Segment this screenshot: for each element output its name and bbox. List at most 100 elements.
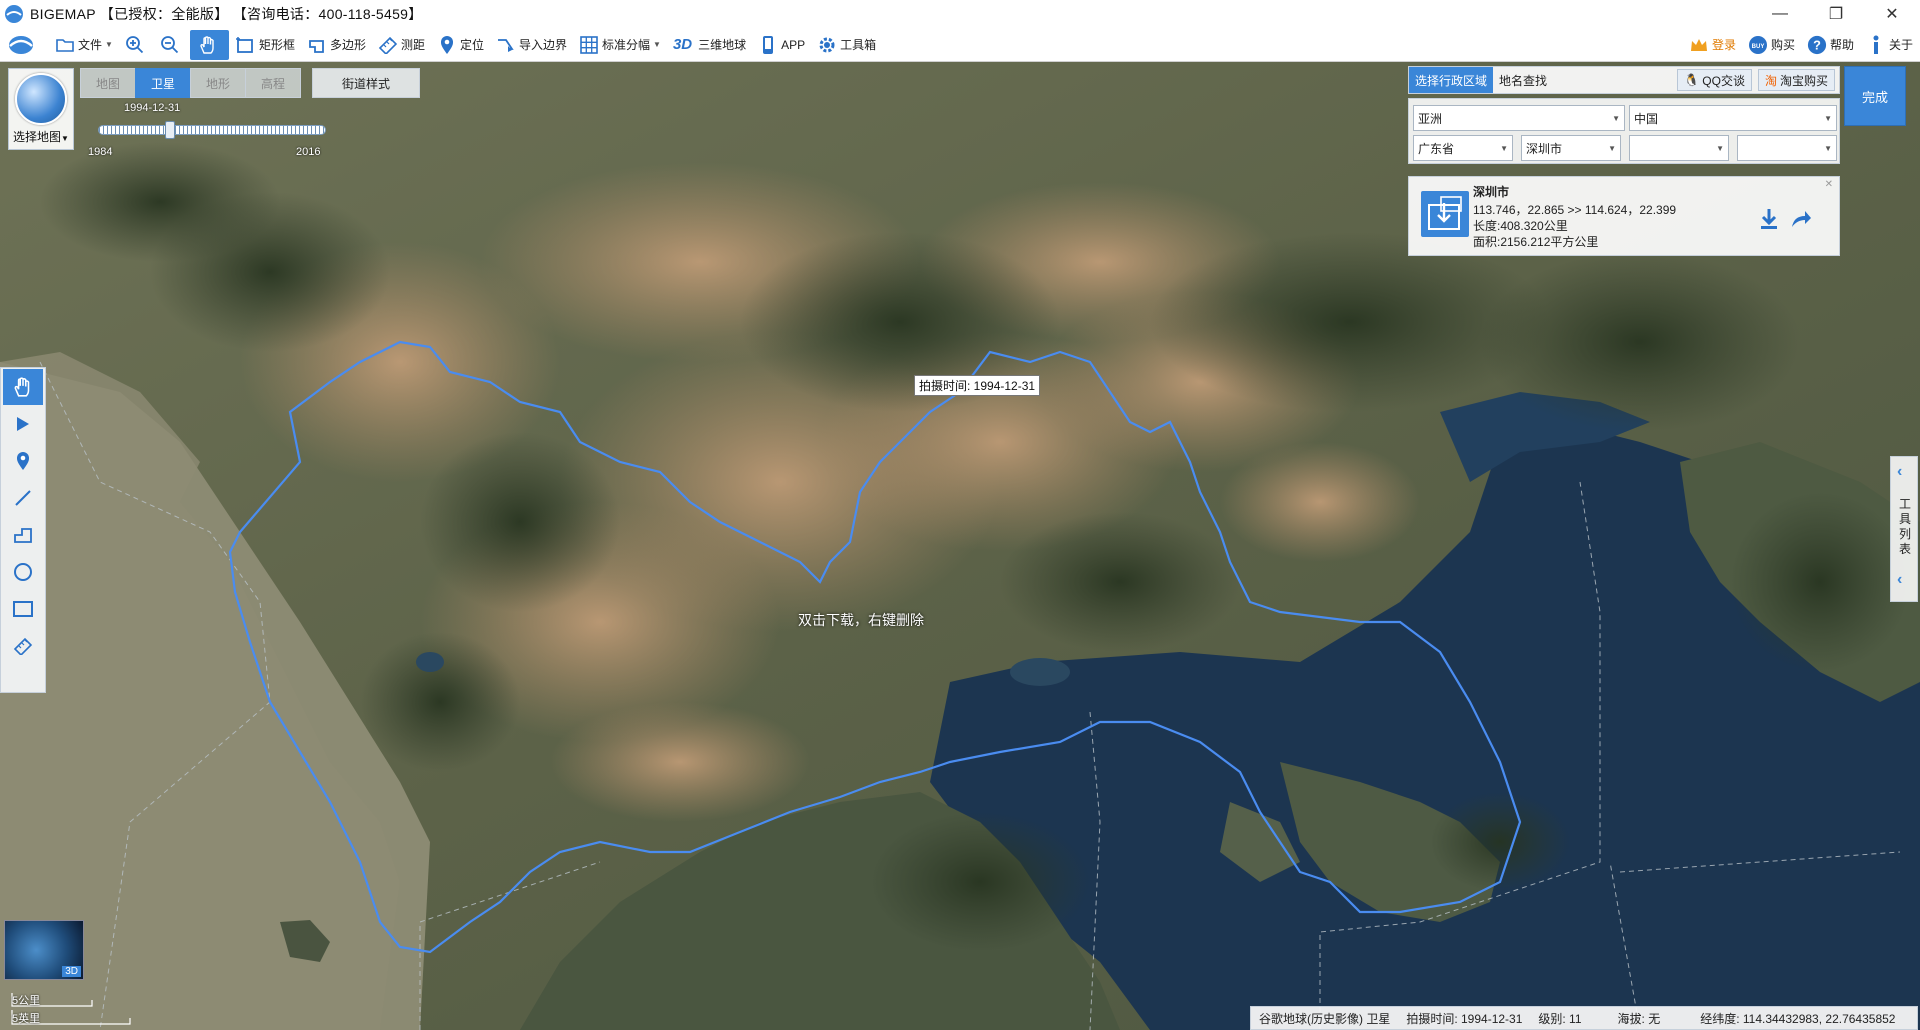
close-button[interactable]: ✕ [1864, 0, 1920, 28]
select-tool-button[interactable] [3, 406, 43, 442]
polyline-tool-button[interactable] [3, 517, 43, 553]
buy-button[interactable]: BUY 购买 [1743, 30, 1800, 60]
polygon-tool-button[interactable]: 多边形 [302, 30, 371, 60]
done-button[interactable]: 完成 [1844, 66, 1906, 126]
download-button[interactable] [1757, 207, 1781, 234]
town-select[interactable]: ▼ [1737, 135, 1837, 161]
province-select[interactable]: 广东省 ▼ [1413, 135, 1513, 161]
help-icon: ? [1807, 35, 1827, 55]
window-title: BIGEMAP 【已授权：全能版】 【咨询电话：400-118-5459】 [30, 6, 423, 22]
capture-date-tooltip: 拍摄时间: 1994-12-31 [914, 375, 1041, 396]
chevron-down-icon: ▼ [1824, 144, 1832, 153]
download-area-icon[interactable] [1421, 191, 1469, 237]
buy-icon: BUY [1748, 35, 1768, 55]
file-menu-label: 文件 [78, 38, 103, 52]
polygon-icon [307, 35, 327, 55]
history-time-slider: 1994-12-31 1984 2016 [80, 100, 340, 160]
app-button[interactable]: APP [753, 30, 810, 60]
district-select[interactable]: ▼ [1629, 135, 1729, 161]
circle-icon [14, 563, 32, 581]
tool-list-handle[interactable]: ‹ 工具列表 ‹ [1890, 456, 1918, 602]
tab-place-search[interactable]: 地名查找 [1493, 67, 1553, 93]
app-logo-button[interactable] [0, 30, 48, 60]
marker-icon [17, 452, 29, 470]
main-toolbar: 文件 ▼ 矩形框 多边形 测距 定位 导入边界 标准分幅 ▼ 3D 三维地球 APP [0, 28, 1920, 62]
zoom-in-button[interactable] [120, 30, 153, 60]
chevron-down-icon: ▼ [1608, 144, 1616, 153]
about-label: 关于 [1888, 38, 1913, 52]
ruler-tool-button[interactable] [3, 628, 43, 664]
line-icon [15, 490, 31, 506]
qq-chat-button[interactable]: 🐧 QQ交谈 [1677, 69, 1752, 91]
scale-mi: 5英里 [12, 1013, 41, 1025]
time-slider-thumb[interactable] [165, 121, 175, 139]
close-icon[interactable]: ✕ [1825, 179, 1833, 190]
help-button[interactable]: ? 帮助 [1802, 30, 1859, 60]
time-slider-track[interactable] [98, 125, 326, 135]
status-altitude: 海拔: 无 [1617, 1011, 1661, 1026]
ruler-icon [378, 35, 398, 55]
toolbox-button[interactable]: 工具箱 [812, 30, 881, 60]
province-value: 广东省 [1418, 141, 1455, 156]
taobao-buy-button[interactable]: 淘淘宝购买 [1757, 69, 1835, 91]
time-slider-max: 2016 [296, 146, 321, 158]
status-capture-time: 拍摄时间: 1994-12-31 [1406, 1011, 1523, 1026]
about-button[interactable]: 关于 [1861, 30, 1918, 60]
scale-km: 5公里 [12, 995, 41, 1007]
rectangle-draw-button[interactable] [3, 591, 43, 627]
pan-button[interactable] [189, 29, 229, 60]
pan-tool-button[interactable] [3, 369, 43, 405]
share-arrow-icon [1792, 211, 1811, 227]
tool-list-label: 工具列表 [1898, 497, 1911, 556]
line-tool-button[interactable] [3, 480, 43, 516]
qq-chat-label: QQ交谈 [1702, 73, 1745, 88]
zoom-out-button[interactable] [155, 30, 188, 60]
city-select[interactable]: 深圳市 ▼ [1521, 135, 1621, 161]
status-bar: 谷歌地球(历史影像) 卫星 拍摄时间: 1994-12-31 级别: 11 海拔… [1250, 1006, 1918, 1030]
share-button[interactable] [1789, 207, 1813, 234]
select-map-button[interactable]: 选择地图▼ [8, 68, 74, 150]
gear-icon [817, 35, 837, 55]
country-value: 中国 [1634, 111, 1659, 126]
tab-satellite[interactable]: 卫星 [135, 68, 191, 98]
rectangle-tool-button[interactable]: 矩形框 [231, 30, 300, 60]
tab-map[interactable]: 地图 [80, 68, 136, 98]
locate-button[interactable]: 定位 [432, 30, 489, 60]
continent-select[interactable]: 亚洲 ▼ [1413, 105, 1625, 131]
zoom-in-icon [125, 35, 145, 55]
qq-icon: 🐧 [1684, 73, 1700, 87]
status-latlng: 经纬度: 114.34432983, 22.76435852 [1700, 1011, 1896, 1026]
chevron-down-icon: ▼ [105, 40, 113, 49]
tab-select-admin-region[interactable]: 选择行政区域 [1409, 67, 1494, 93]
continent-value: 亚洲 [1418, 111, 1443, 126]
3d-badge: 3D [62, 966, 81, 977]
country-select[interactable]: 中国 ▼ [1629, 105, 1837, 131]
measure-label: 测距 [400, 38, 425, 52]
measure-button[interactable]: 测距 [373, 30, 430, 60]
info-icon [1866, 35, 1886, 55]
circle-tool-button[interactable] [3, 554, 43, 590]
mini-3d-map[interactable]: 3D [4, 920, 84, 980]
polyline-icon [14, 528, 32, 543]
chevron-down-icon: ▼ [61, 134, 69, 143]
tab-elevation[interactable]: 高程 [245, 68, 301, 98]
region-info-card: 深圳市 113.746，22.865 >> 114.624，22.399 长度:… [1408, 176, 1840, 256]
standard-sheet-button[interactable]: 标准分幅 ▼ [574, 30, 666, 60]
login-button[interactable]: 登录 [1684, 30, 1741, 60]
grid-icon [579, 35, 599, 55]
import-boundary-button[interactable]: 导入边界 [491, 30, 572, 60]
chevron-left-icon: ‹ [1897, 571, 1903, 588]
region-panel: 选择行政区域 地名查找 🐧 QQ交谈 淘淘宝购买 亚洲 ▼ 中国 ▼ 广东省 ▼ 深圳市… [1408, 62, 1840, 258]
map-type-tabs: 地图 卫星 地形 高程 街道样式 [80, 68, 420, 98]
street-style-button[interactable]: 街道样式 [312, 68, 420, 98]
minimize-button[interactable]: — [1752, 0, 1808, 28]
region-panel-tabs: 选择行政区域 地名查找 🐧 QQ交谈 淘淘宝购买 [1408, 66, 1840, 94]
tab-terrain[interactable]: 地形 [190, 68, 246, 98]
select-map-label: 选择地图 [13, 130, 62, 144]
zoom-out-icon [160, 35, 180, 55]
3d-globe-button[interactable]: 3D 三维地球 [668, 30, 751, 60]
region-selects: 亚洲 ▼ 中国 ▼ 广东省 ▼ 深圳市 ▼ ▼ ▼ [1408, 98, 1840, 164]
marker-tool-button[interactable] [3, 443, 43, 479]
maximize-button[interactable]: ❐ [1808, 0, 1864, 28]
file-menu-button[interactable]: 文件 ▼ [50, 30, 118, 60]
